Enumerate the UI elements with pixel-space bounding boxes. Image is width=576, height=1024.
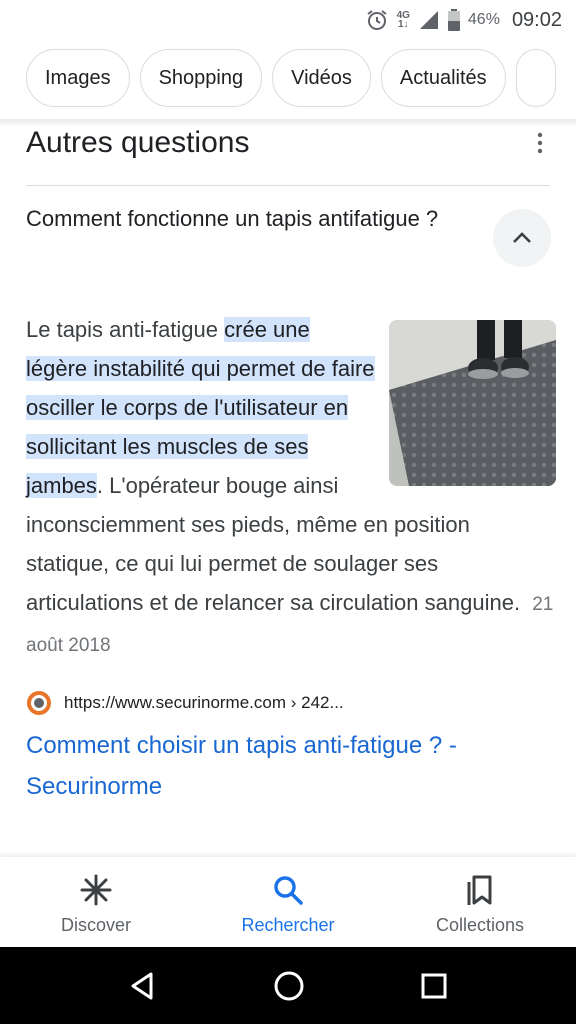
answer-thumbnail[interactable] [389, 320, 556, 486]
alarm-icon [366, 10, 387, 30]
result-link[interactable]: Comment choisir un tapis anti-fatigue ? … [26, 725, 546, 807]
search-icon [274, 876, 303, 905]
network-indicator: 4G 1↓ [397, 11, 410, 30]
chevron-up-icon [513, 232, 531, 243]
clock: 09:02 [511, 8, 562, 31]
back-icon[interactable] [127, 970, 159, 1002]
nav-search-label: Rechercher [241, 915, 335, 935]
divider [26, 185, 550, 186]
home-icon[interactable] [272, 969, 306, 1003]
bottom-navigation: Discover Rechercher Collections [0, 857, 576, 947]
status-bar: 4G 1↓ 46% 09:02 [0, 0, 576, 40]
mat-image [389, 320, 556, 486]
question-title[interactable]: Comment fonctionne un tapis antifatigue … [26, 203, 466, 235]
asterisk-icon [80, 874, 112, 906]
collapse-button[interactable] [493, 209, 551, 267]
nav-discover-label: Discover [60, 915, 131, 935]
chip-more[interactable] [515, 49, 556, 107]
source-row[interactable]: https://www.securinorme.com › 242... [26, 690, 344, 716]
screen: 4G 1↓ 46% 09:02 Images Shopping Vidéos A… [0, 0, 576, 1024]
answer-text-start: Le tapis anti-fatigue [26, 317, 225, 342]
source-url[interactable]: https://www.securinorme.com › 242... [64, 693, 344, 713]
result-link-title[interactable]: Comment choisir un tapis anti-fatigue ? … [26, 732, 457, 800]
chip-news[interactable]: Actualités [380, 49, 506, 107]
signal-icon [419, 11, 438, 29]
answer-highlight: crée une légère instabilité qui permet d… [26, 317, 375, 498]
chip-shopping[interactable]: Shopping [139, 49, 263, 107]
nav-discover[interactable]: Discover [0, 857, 192, 947]
recents-icon[interactable] [419, 971, 449, 1001]
battery-icon [447, 9, 460, 31]
network-activity: 1↓ [397, 19, 409, 30]
battery-percent: 46% [467, 11, 500, 28]
system-navigation-bar [0, 947, 576, 1024]
answer-snippet: Le tapis anti-fatigue crée une légère in… [26, 310, 556, 665]
bookmarks-icon [467, 875, 492, 905]
site-favicon-icon [27, 691, 51, 715]
nav-search[interactable]: Rechercher [192, 857, 384, 947]
more-vert-icon[interactable] [530, 130, 550, 156]
answer-text-end: . L'opérateur bouge ainsi inconsciemment… [26, 473, 521, 615]
nav-collections[interactable]: Collections [384, 857, 576, 947]
chip-images[interactable]: Images [26, 49, 130, 107]
search-filter-chips: Images Shopping Vidéos Actualités [0, 49, 576, 109]
nav-collections-label: Collections [435, 915, 525, 935]
chip-videos[interactable]: Vidéos [272, 49, 371, 107]
section-title: Autres questions [26, 126, 250, 159]
